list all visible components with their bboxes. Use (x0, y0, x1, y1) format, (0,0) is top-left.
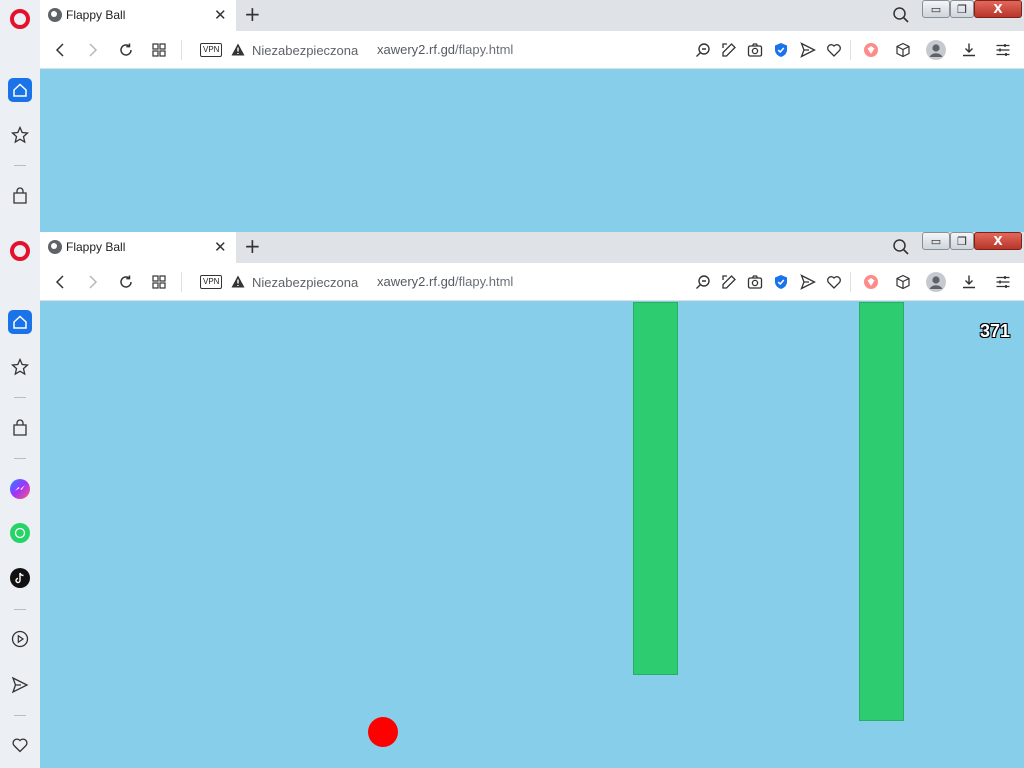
minimize-button[interactable]: ▭ (922, 0, 950, 18)
player-ball (368, 717, 398, 747)
url-path: /flapy.html (455, 42, 514, 57)
score-counter: 371 (979, 321, 1010, 341)
send-icon[interactable] (8, 673, 32, 697)
shopping-bag-icon[interactable] (8, 416, 32, 440)
url-path: /flapy.html (455, 274, 514, 289)
vpn-badge[interactable]: VPN (200, 275, 223, 289)
cube-icon[interactable] (894, 273, 912, 291)
tiktok-icon[interactable] (8, 566, 32, 590)
cube-icon[interactable] (894, 41, 912, 59)
tab-search-icon[interactable] (892, 238, 910, 256)
back-icon[interactable] (50, 40, 70, 60)
sidebar-divider (14, 458, 26, 459)
globe-icon (48, 240, 62, 254)
pipe-top (859, 302, 904, 721)
adblock-shield-icon[interactable] (772, 41, 790, 59)
reload-icon[interactable] (116, 40, 136, 60)
security-label[interactable]: Niezabezpieczona (252, 43, 358, 58)
opera-sidebar (0, 0, 40, 768)
bookmarks-star-icon[interactable] (8, 123, 32, 147)
address-bar: VPN Niezabezpieczona xawery2.rf.gd/flapy… (40, 31, 1024, 69)
tab-flappy-ball[interactable]: Flappy Ball ✕ (40, 0, 236, 31)
home-icon[interactable] (8, 78, 32, 102)
easy-setup-icon[interactable] (994, 41, 1012, 59)
tab-strip: Flappy Ball ✕ + ▭ ❐ X (40, 232, 1024, 263)
tab-grid-icon[interactable] (149, 40, 169, 60)
warning-icon[interactable] (231, 43, 245, 56)
forward-icon[interactable] (83, 40, 103, 60)
tab-strip: Flappy Ball ✕ + ▭ ❐ X (40, 0, 1024, 31)
url-host: xawery2.rf.gd (377, 274, 456, 289)
home-icon[interactable] (8, 310, 32, 334)
browser-window-top: Flappy Ball ✕ + ▭ ❐ X VPN Niezabezpieczo… (40, 0, 1024, 69)
easy-setup-icon[interactable] (994, 273, 1012, 291)
globe-icon (48, 8, 62, 22)
game-canvas[interactable]: 371 (40, 301, 1024, 768)
heart-icon[interactable] (825, 273, 843, 291)
camera-icon[interactable] (746, 41, 764, 59)
minimize-button[interactable]: ▭ (922, 232, 950, 250)
tab-title: Flappy Ball (66, 8, 126, 22)
browser-window-bottom: Flappy Ball ✕ + ▭ ❐ X VPN Niezabezpieczo… (40, 232, 1024, 301)
tab-grid-icon[interactable] (149, 272, 169, 292)
url-field[interactable]: xawery2.rf.gd/flapy.html (377, 274, 513, 289)
download-icon[interactable] (960, 41, 978, 59)
close-window-button[interactable]: X (974, 232, 1022, 250)
sidebar-divider (14, 397, 26, 398)
forward-icon[interactable] (83, 272, 103, 292)
extension-icon[interactable] (862, 41, 880, 59)
zoom-icon[interactable] (694, 273, 712, 291)
edit-icon[interactable] (720, 41, 738, 59)
divider (181, 272, 182, 292)
sidebar-divider (14, 609, 26, 610)
close-tab-button[interactable]: ✕ (214, 6, 227, 24)
tab-search-icon[interactable] (892, 6, 910, 24)
download-icon[interactable] (960, 273, 978, 291)
player-icon[interactable] (8, 627, 32, 651)
send-icon[interactable] (799, 273, 817, 291)
edit-icon[interactable] (720, 273, 738, 291)
url-field[interactable]: xawery2.rf.gd/flapy.html (377, 42, 513, 57)
pipe-top (633, 302, 678, 675)
vpn-badge[interactable]: VPN (200, 43, 223, 57)
opera-logo-icon[interactable] (8, 7, 32, 31)
warning-icon[interactable] (231, 275, 245, 288)
divider (850, 272, 851, 292)
restore-button[interactable]: ❐ (950, 0, 974, 18)
security-label[interactable]: Niezabezpieczona (252, 275, 358, 290)
adblock-shield-icon[interactable] (772, 273, 790, 291)
restore-button[interactable]: ❐ (950, 232, 974, 250)
whatsapp-icon[interactable] (8, 521, 32, 545)
opera-logo-icon[interactable] (8, 239, 32, 263)
close-window-button[interactable]: X (974, 0, 1022, 18)
sidebar-divider (14, 715, 26, 716)
divider (850, 40, 851, 60)
heart-icon[interactable] (825, 41, 843, 59)
tab-flappy-ball[interactable]: Flappy Ball ✕ (40, 232, 236, 263)
heart-icon[interactable] (8, 733, 32, 757)
game-viewport-top[interactable] (40, 69, 1024, 232)
send-icon[interactable] (799, 41, 817, 59)
extension-icon[interactable] (862, 273, 880, 291)
camera-icon[interactable] (746, 273, 764, 291)
reload-icon[interactable] (116, 272, 136, 292)
close-tab-button[interactable]: ✕ (214, 238, 227, 256)
url-host: xawery2.rf.gd (377, 42, 456, 57)
new-tab-button[interactable]: + (244, 3, 261, 25)
sidebar-divider (14, 165, 26, 166)
profile-avatar-icon[interactable] (926, 272, 946, 292)
messenger-icon[interactable] (8, 477, 32, 501)
shopping-bag-icon[interactable] (8, 184, 32, 208)
back-icon[interactable] (50, 272, 70, 292)
new-tab-button[interactable]: + (244, 235, 261, 257)
address-bar: VPN Niezabezpieczona xawery2.rf.gd/flapy… (40, 263, 1024, 301)
zoom-icon[interactable] (694, 41, 712, 59)
tab-title: Flappy Ball (66, 240, 126, 254)
profile-avatar-icon[interactable] (926, 40, 946, 60)
bookmarks-star-icon[interactable] (8, 355, 32, 379)
divider (181, 40, 182, 60)
